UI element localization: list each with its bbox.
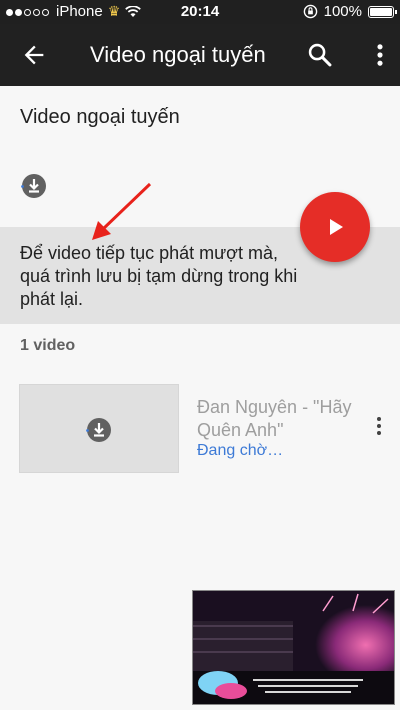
page-title: Video ngoại tuyến (90, 42, 266, 67)
app-bar: Video ngoại tuyến (0, 24, 400, 86)
notice-text: Để video tiếp tục phát mượt mà, quá trìn… (20, 243, 298, 309)
status-bar: iPhone ♛ 20:14 100% (0, 0, 400, 24)
rotation-lock-icon (303, 4, 317, 19)
battery-icon (368, 5, 397, 18)
video-count: 1 video (20, 337, 76, 354)
annotation-arrow (92, 182, 152, 240)
play-icon (330, 219, 343, 235)
video-title[interactable]: Đan Nguyên - "Hãy Quên Anh" (197, 396, 357, 442)
download-icon[interactable] (20, 172, 48, 200)
status-bar-right: 100% (303, 3, 397, 20)
mini-player[interactable] (192, 590, 395, 705)
video-thumbnail[interactable] (19, 384, 179, 473)
more-vert-icon[interactable] (366, 41, 394, 69)
play-all-button[interactable] (300, 192, 370, 262)
search-icon[interactable] (306, 41, 334, 69)
battery-percentage: 100% (323, 3, 362, 20)
back-arrow-icon[interactable] (20, 41, 48, 69)
download-icon (86, 418, 111, 442)
mini-player-video-frame (193, 591, 394, 704)
video-status: Đang chờ… (197, 442, 284, 459)
more-vert-icon[interactable] (368, 414, 390, 438)
section-title: Video ngoại tuyến (20, 106, 180, 128)
